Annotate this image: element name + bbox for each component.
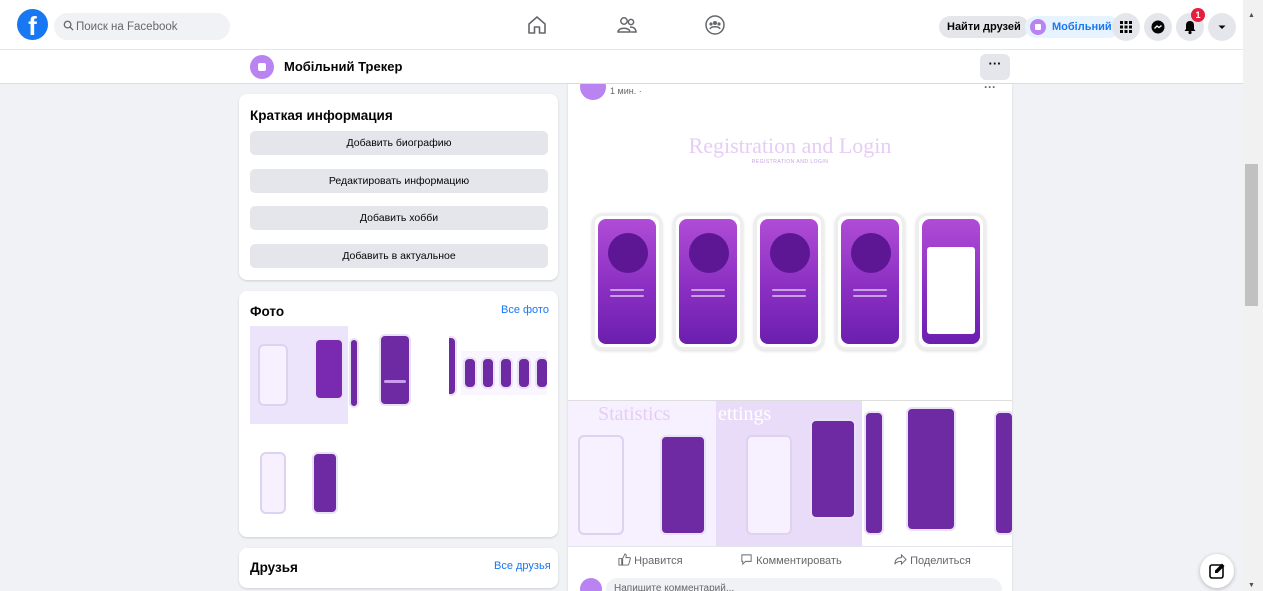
post-card: 1 мин. · ··· Registration and Login REGI… (568, 84, 1012, 591)
top-navigation-bar: f Найти друзей Мобільний 1 (0, 0, 1243, 50)
post-image-gallery: Statistics ettings (568, 400, 1012, 546)
phone-mockup (312, 452, 338, 514)
phone-mockup (835, 213, 905, 350)
friends-title: Друзья (250, 560, 298, 575)
illustration (851, 233, 891, 273)
comment-composer: Напишите комментарий... (568, 574, 1012, 591)
phone-mockup (499, 357, 513, 389)
illustration (689, 233, 729, 273)
phone-mockup (463, 357, 477, 389)
post-timestamp[interactable]: 1 мин. · (610, 86, 642, 96)
comment-input[interactable]: Напишите комментарий... (606, 578, 1002, 591)
share-icon (894, 553, 907, 566)
phone-mockup (517, 357, 531, 389)
see-all-friends-link[interactable]: Все друзья (494, 560, 551, 572)
menu-grid-icon[interactable] (1112, 13, 1140, 41)
phone-mockup (260, 452, 286, 514)
photos-title: Фото (250, 304, 285, 319)
add-bio-button[interactable]: Добавить биографию (250, 131, 548, 155)
profile-shortcut-label: Мобільний (1052, 21, 1112, 33)
commenter-avatar (580, 578, 602, 591)
post-image-registration[interactable]: Registration and Login REGISTRATION AND … (568, 102, 1012, 399)
phone-mockup (578, 435, 624, 535)
comment-label: Комментировать (756, 555, 842, 567)
illustration (770, 233, 810, 273)
post-photo-list[interactable] (862, 401, 1012, 546)
settings-title: ettings (718, 403, 772, 425)
share-label: Поделиться (910, 555, 971, 567)
edit-details-button[interactable]: Редактировать информацию (250, 169, 548, 193)
mockup-strip (461, 351, 547, 395)
photo-thumbnail[interactable] (250, 326, 348, 424)
photo-thumbnail[interactable] (349, 326, 447, 424)
phone-mockup (994, 411, 1012, 535)
comment-icon (741, 554, 752, 566)
phone-mockup (916, 213, 986, 350)
profile-avatar (1030, 19, 1046, 35)
phone-mockup (481, 357, 495, 389)
statistics-title: Statistics (598, 403, 671, 425)
photos-card: Фото Все фото (239, 291, 558, 537)
intro-card: Краткая информация Добавить биографию Ре… (239, 94, 558, 280)
page-scrollbar[interactable]: ▲ ▼ (1243, 0, 1263, 591)
phone-mockup (754, 213, 824, 350)
compose-icon (1209, 563, 1225, 579)
post-author-avatar[interactable] (580, 84, 606, 100)
intro-title: Краткая информация (250, 108, 393, 123)
find-friends-button[interactable]: Найти друзей (939, 16, 1029, 38)
post-photo-statistics[interactable]: Statistics (568, 401, 716, 546)
scroll-down-arrow-icon[interactable]: ▼ (1248, 582, 1255, 589)
post-action-bar: Нравится Комментировать Поделиться (568, 546, 1012, 574)
photo-thumbnail[interactable] (250, 426, 348, 524)
page-name[interactable]: Мобільний Трекер (284, 59, 402, 74)
photo-thumbnail[interactable] (449, 326, 547, 424)
see-all-photos-link[interactable]: Все фото (501, 304, 549, 316)
search-input[interactable] (76, 13, 226, 40)
more-options-button[interactable]: ··· (980, 54, 1010, 80)
share-button[interactable]: Поделиться (894, 553, 971, 567)
post-photo-settings[interactable]: ettings (716, 401, 862, 546)
facebook-logo[interactable]: f (17, 9, 48, 40)
comment-button[interactable]: Комментировать (740, 553, 842, 567)
search-box[interactable] (54, 13, 230, 40)
phone-mockup (314, 338, 344, 400)
phone-mockup (864, 411, 884, 535)
phone-mockup (349, 338, 359, 408)
phone-mockup (660, 435, 706, 535)
friends-icon[interactable] (615, 13, 641, 39)
like-button[interactable]: Нравится (618, 553, 683, 567)
account-dropdown-icon[interactable] (1208, 13, 1236, 41)
phone-mockup (673, 213, 743, 350)
like-label: Нравится (634, 555, 683, 567)
new-message-button[interactable] (1200, 554, 1234, 588)
profile-sticky-header: Мобільний Трекер ··· (0, 50, 1243, 84)
post-more-options-button[interactable]: ··· (984, 84, 996, 94)
add-hobbies-button[interactable]: Добавить хобби (250, 206, 548, 230)
post-image-subtitle: REGISTRATION AND LOGIN (751, 159, 829, 165)
like-icon (618, 553, 631, 566)
phone-mockup (906, 407, 956, 531)
phone-mockup (810, 419, 856, 519)
phone-mockup (379, 334, 411, 406)
phone-mockup (535, 357, 547, 389)
post-image-title: Registration and Login (688, 133, 892, 158)
home-icon[interactable] (525, 13, 551, 39)
groups-icon[interactable] (703, 13, 729, 39)
illustration (608, 233, 648, 273)
add-featured-button[interactable]: Добавить в актуальное (250, 244, 548, 268)
phone-mockup (258, 344, 288, 406)
profile-shortcut[interactable]: Мобільний (1025, 16, 1120, 38)
phone-mockup (746, 435, 792, 535)
search-icon (63, 19, 74, 34)
scroll-up-arrow-icon[interactable]: ▲ (1248, 12, 1255, 19)
notification-count-badge: 1 (1191, 8, 1205, 22)
phone-mockup (592, 213, 662, 350)
scrollbar-thumb[interactable] (1245, 164, 1258, 306)
messenger-icon[interactable] (1144, 13, 1172, 41)
friends-card: Друзья Все друзья (239, 548, 558, 588)
login-card (927, 247, 975, 334)
facebook-logo-letter: f (28, 11, 37, 40)
phone-mockup (449, 336, 457, 396)
page-avatar[interactable] (250, 55, 274, 79)
